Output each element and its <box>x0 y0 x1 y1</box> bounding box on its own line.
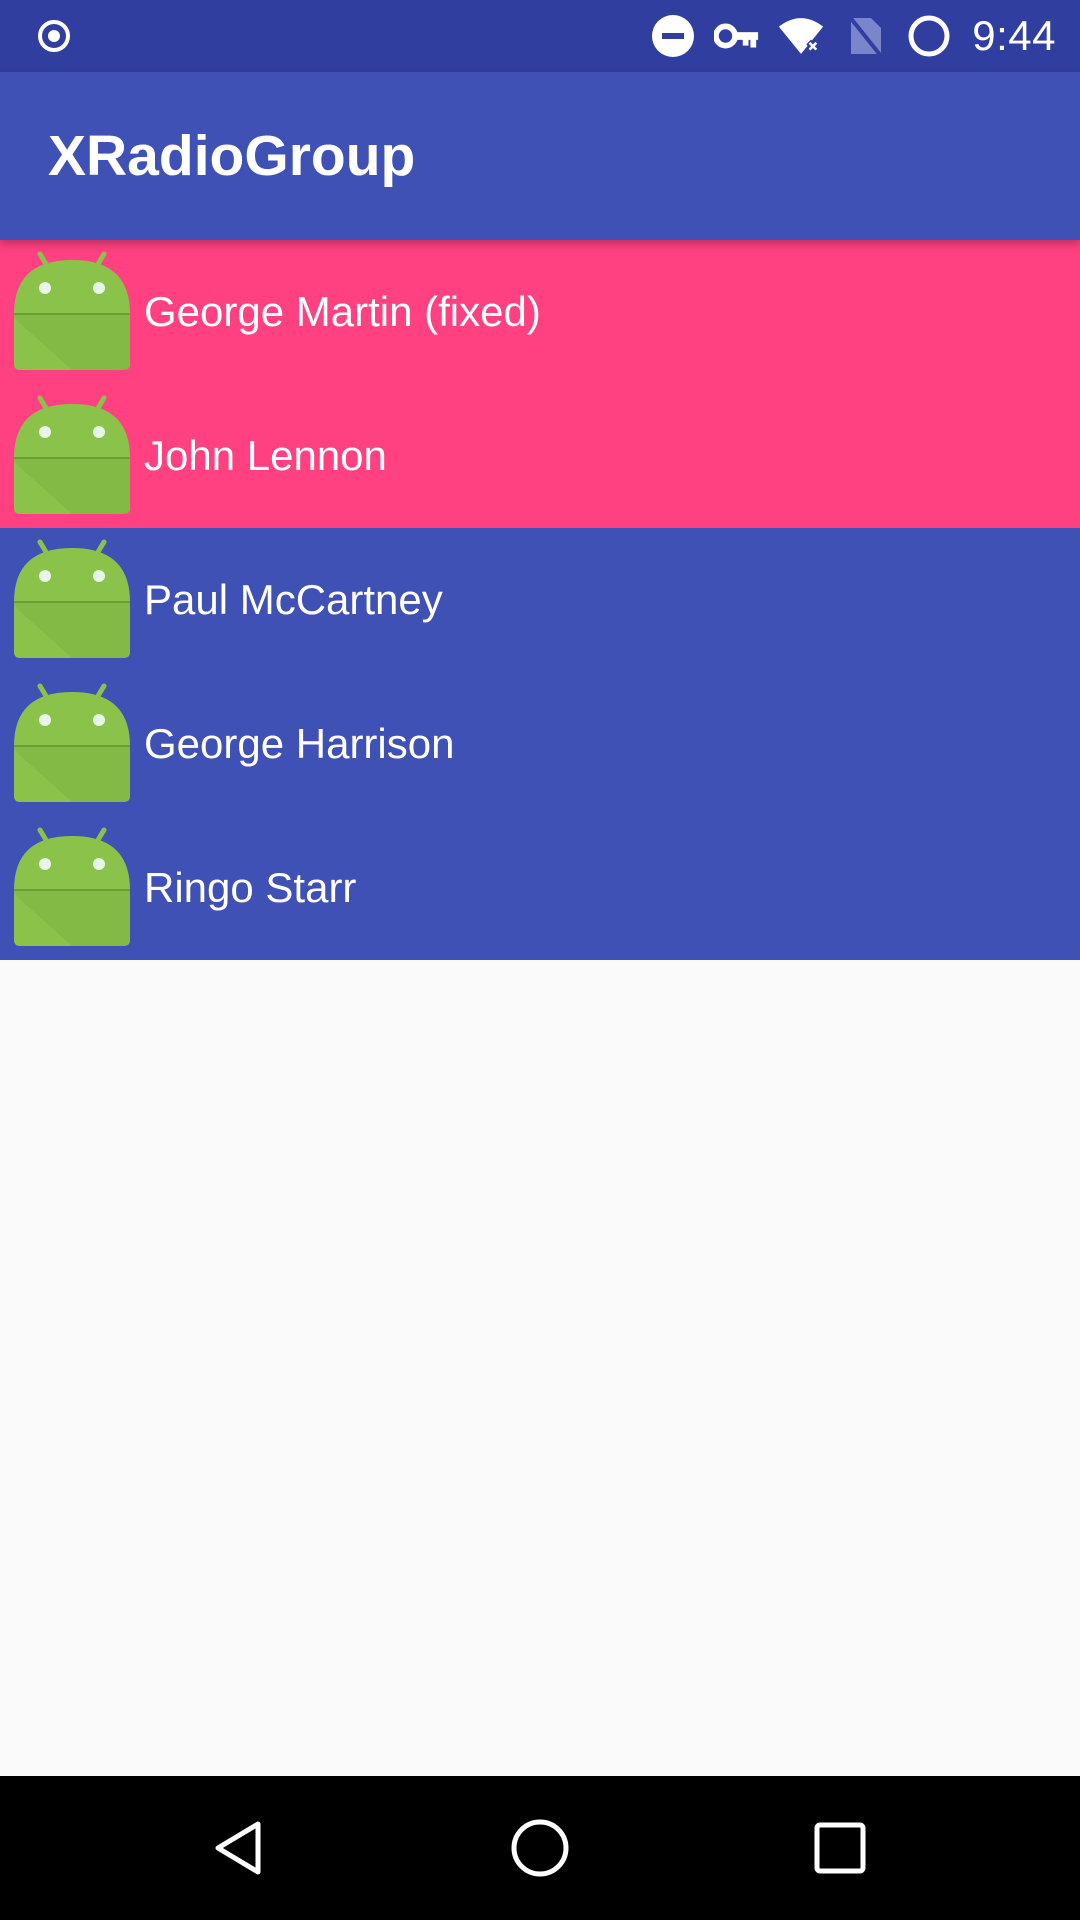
android-icon <box>12 678 132 810</box>
app-title: XRadioGroup <box>48 124 416 188</box>
app-bar: XRadioGroup <box>0 72 1080 240</box>
android-icon <box>12 534 132 666</box>
back-icon[interactable] <box>204 1812 276 1884</box>
status-icons: 9:44 <box>650 0 1056 72</box>
list-item-paul-mccartney[interactable]: Paul McCartney <box>0 528 1080 672</box>
list-item-ringo-starr[interactable]: Ringo Starr <box>0 816 1080 960</box>
android-icon <box>12 246 132 378</box>
radio-button-icon <box>36 18 72 54</box>
list-item-label: Ringo Starr <box>144 864 357 911</box>
home-icon[interactable] <box>504 1812 576 1884</box>
do-not-disturb-icon <box>650 13 696 59</box>
list-item-george-harrison[interactable]: George Harrison <box>0 672 1080 816</box>
status-bar: 9:44 <box>0 0 1080 72</box>
list-item-label: Paul McCartney <box>144 576 443 623</box>
no-sim-icon <box>842 13 888 59</box>
list-item-label: George Martin (fixed) <box>144 288 541 335</box>
list-item-george-martin[interactable]: George Martin (fixed) <box>0 240 1080 384</box>
android-icon <box>12 390 132 522</box>
navigation-bar <box>0 1776 1080 1920</box>
vpn-key-icon <box>714 13 760 59</box>
battery-circle-icon <box>906 13 952 59</box>
recents-icon[interactable] <box>804 1812 876 1884</box>
status-time: 9:44 <box>972 12 1056 59</box>
screen: 9:44 XRadioGroup George Martin (fixed) J… <box>0 0 1080 1920</box>
android-icon <box>12 822 132 954</box>
list-item-label: John Lennon <box>144 432 387 479</box>
list-item-john-lennon[interactable]: John Lennon <box>0 384 1080 528</box>
list-item-label: George Harrison <box>144 720 455 767</box>
wifi-off-icon <box>778 13 824 59</box>
radio-group-list: George Martin (fixed) John Lennon Paul M… <box>0 240 1080 960</box>
